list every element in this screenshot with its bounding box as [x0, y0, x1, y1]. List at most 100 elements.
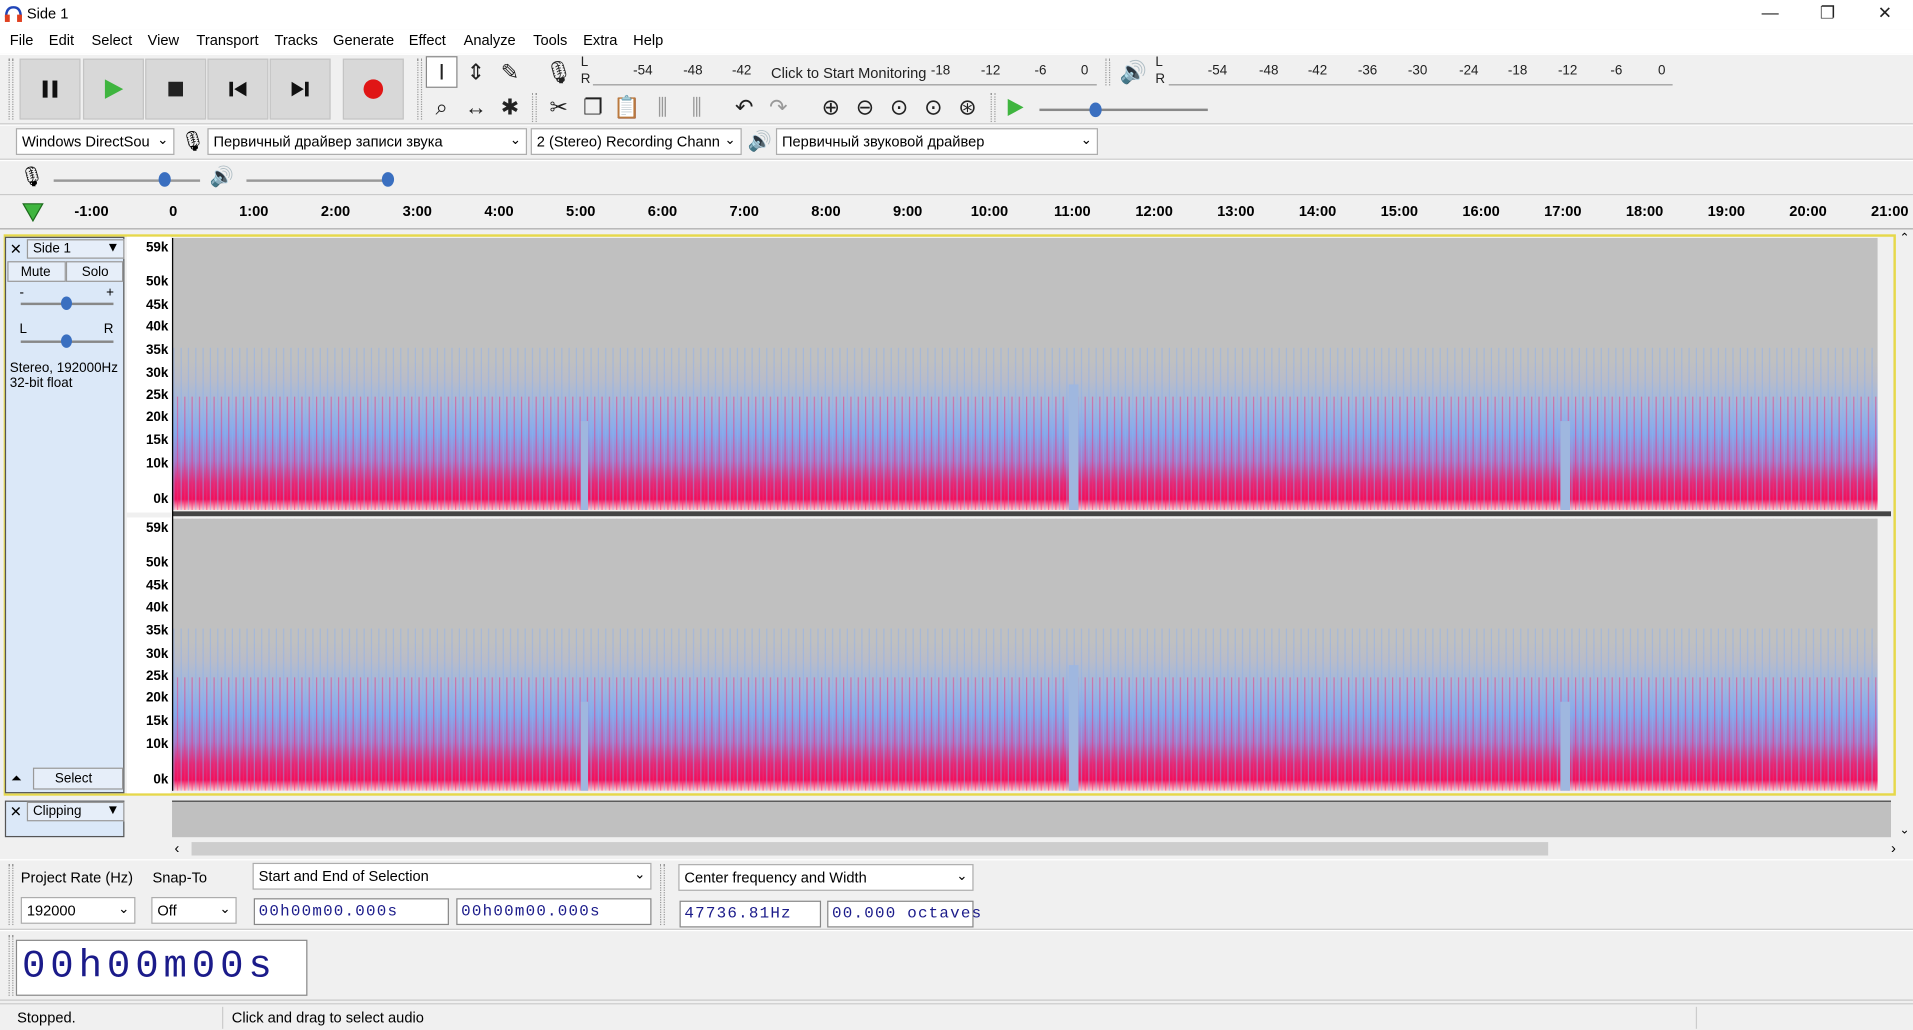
- playback-device-select[interactable]: Первичный звуковой драйвер ⌄: [775, 128, 1098, 155]
- channels-select[interactable]: 2 (Stereo) Recording Chann ⌄: [530, 128, 742, 155]
- maximize-button[interactable]: ❐: [1800, 2, 1856, 23]
- mixer-toolbar: [0, 159, 1913, 196]
- scroll-left-icon[interactable]: ‹: [174, 840, 179, 857]
- draw-tool-button[interactable]: ✎: [494, 56, 526, 88]
- skip-end-button[interactable]: [269, 58, 331, 120]
- multi-tool-button[interactable]: ✱: [494, 92, 526, 124]
- clipping-track-content[interactable]: [172, 800, 1891, 838]
- undo-button[interactable]: ↶: [728, 92, 760, 124]
- track-bitdepth-info: 32-bit float: [9, 375, 73, 391]
- audio-position-display[interactable]: 00h00m00s: [15, 939, 308, 996]
- track-name-menu[interactable]: Clipping ▼: [26, 801, 125, 822]
- menu-help[interactable]: Help: [633, 29, 663, 49]
- paste-button[interactable]: 📋: [611, 92, 643, 124]
- timeline-options-icon[interactable]: [22, 203, 44, 223]
- spectrogram-left-channel[interactable]: [172, 237, 1878, 511]
- fit-project-button[interactable]: ⊙: [917, 92, 949, 124]
- record-button[interactable]: [342, 58, 404, 120]
- bandwidth-field[interactable]: 00.000 octaves: [827, 900, 981, 928]
- silence-button[interactable]: ⫼: [681, 92, 713, 124]
- play-speed-slider[interactable]: [1039, 108, 1208, 112]
- ruler-tick: 18:00: [1625, 202, 1664, 220]
- play-meter-button[interactable]: 🔊: [1118, 56, 1150, 88]
- selection-format-select[interactable]: Start and End of Selection ⌄: [252, 862, 652, 890]
- scroll-down-icon[interactable]: ⌄: [1900, 824, 1910, 837]
- project-rate-select[interactable]: 192000 ⌄: [20, 896, 136, 924]
- zoom-in-button[interactable]: ⊕: [815, 92, 847, 124]
- scroll-up-icon[interactable]: ⌃: [1900, 232, 1910, 245]
- timeline-ruler[interactable]: -1:00 0 1:00 2:00 3:00 4:00 5:00 6:00 7:…: [0, 195, 1913, 230]
- skip-start-button[interactable]: [207, 58, 269, 120]
- cut-button[interactable]: ✂: [543, 92, 575, 124]
- menu-tools[interactable]: Tools: [533, 29, 567, 49]
- timeshift-tool-button[interactable]: ↔: [460, 92, 492, 124]
- redo-button[interactable]: ↷: [763, 92, 795, 124]
- menu-transport[interactable]: Transport: [196, 29, 258, 49]
- toolbar-grip[interactable]: [8, 864, 14, 926]
- frequency-scale-bottom[interactable]: 59k 50k 45k 40k 35k 30k 25k 20k 15k 10k …: [126, 517, 171, 794]
- meter-r: R: [1155, 72, 1166, 87]
- toolbar-grip[interactable]: [417, 58, 423, 120]
- recording-volume-thumb[interactable]: [158, 172, 171, 187]
- fit-selection-button[interactable]: ⊙: [883, 92, 915, 124]
- mute-button[interactable]: Mute: [7, 261, 66, 282]
- vertical-scrollbar[interactable]: ⌃ ⌄: [1898, 231, 1913, 838]
- toolbar-grip[interactable]: [990, 92, 996, 123]
- host-select[interactable]: Windows DirectSou ⌄: [15, 128, 175, 155]
- track-close-button[interactable]: ✕: [10, 240, 22, 257]
- gain-thumb[interactable]: [61, 296, 72, 310]
- playback-volume-thumb[interactable]: [381, 172, 395, 187]
- horizontal-scrollbar[interactable]: ‹ ›: [172, 839, 1899, 860]
- trim-button[interactable]: ⫼: [647, 92, 679, 124]
- track-close-button[interactable]: ✕: [10, 803, 22, 820]
- center-frequency-field[interactable]: 47736.81Hz: [679, 900, 822, 928]
- scroll-right-icon[interactable]: ›: [1891, 840, 1896, 857]
- frequency-scale-top[interactable]: 59k 50k 45k 40k 35k 30k 25k 20k 15k 10k …: [126, 236, 171, 513]
- selection-tool-button[interactable]: I: [425, 56, 458, 88]
- copy-button[interactable]: ❐: [577, 92, 609, 124]
- selection-end-time[interactable]: 00h00m00.000s: [456, 898, 652, 926]
- menu-select[interactable]: Select: [92, 29, 133, 49]
- envelope-tool-button[interactable]: ⇕: [460, 56, 492, 88]
- record-meter-button[interactable]: 🎙: [543, 56, 575, 88]
- play-button[interactable]: [82, 58, 144, 120]
- toolbar-grip[interactable]: [8, 58, 14, 120]
- menu-effect[interactable]: Effect: [409, 29, 446, 49]
- spectrogram-right-channel[interactable]: [172, 518, 1878, 791]
- play-at-speed-button[interactable]: [999, 92, 1031, 124]
- menu-view[interactable]: View: [148, 29, 179, 49]
- minimize-button[interactable]: —: [1742, 2, 1798, 22]
- menu-analyze[interactable]: Analyze: [464, 29, 516, 49]
- zoom-out-button[interactable]: ⊖: [849, 92, 881, 124]
- toolbar-grip[interactable]: [8, 934, 14, 996]
- pause-button[interactable]: [19, 58, 81, 120]
- monitoring-hint[interactable]: Click to Start Monitoring: [771, 65, 926, 82]
- snap-to-select[interactable]: Off ⌄: [151, 896, 237, 924]
- menu-file[interactable]: File: [10, 29, 34, 49]
- toolbar-grip[interactable]: [660, 864, 665, 926]
- track-select-button[interactable]: Select: [32, 767, 124, 790]
- menu-extra[interactable]: Extra: [583, 29, 617, 49]
- stop-button[interactable]: [145, 58, 207, 120]
- toolbar-grip[interactable]: [1105, 58, 1111, 86]
- menu-generate[interactable]: Generate: [333, 29, 394, 49]
- menu-edit[interactable]: Edit: [49, 29, 74, 49]
- zoom-tool-button[interactable]: ⌕: [426, 92, 458, 124]
- zoom-toggle-button[interactable]: ⊛: [952, 92, 984, 124]
- trim-icon: ⫼: [657, 94, 668, 119]
- recording-device-select[interactable]: Первичный драйвер записи звука ⌄: [207, 128, 528, 155]
- play-speed-thumb[interactable]: [1089, 102, 1102, 118]
- spectral-format-select[interactable]: Center frequency and Width ⌄: [678, 864, 974, 891]
- menu-tracks[interactable]: Tracks: [275, 29, 318, 49]
- track-name-menu[interactable]: Side 1 ▼: [26, 239, 125, 259]
- pan-thumb[interactable]: [61, 334, 72, 348]
- close-button[interactable]: ✕: [1857, 2, 1913, 23]
- selection-start-time[interactable]: 00h00m00.000s: [253, 898, 449, 926]
- toolbar-grip[interactable]: [531, 92, 537, 123]
- recording-volume-slider[interactable]: [53, 179, 201, 182]
- solo-button[interactable]: Solo: [65, 261, 124, 282]
- playback-volume-slider[interactable]: [246, 179, 393, 182]
- horizontal-scroll-thumb[interactable]: [191, 842, 1549, 856]
- collapse-icon[interactable]: ⏶: [11, 771, 22, 787]
- track-name: Side 1: [32, 241, 72, 257]
